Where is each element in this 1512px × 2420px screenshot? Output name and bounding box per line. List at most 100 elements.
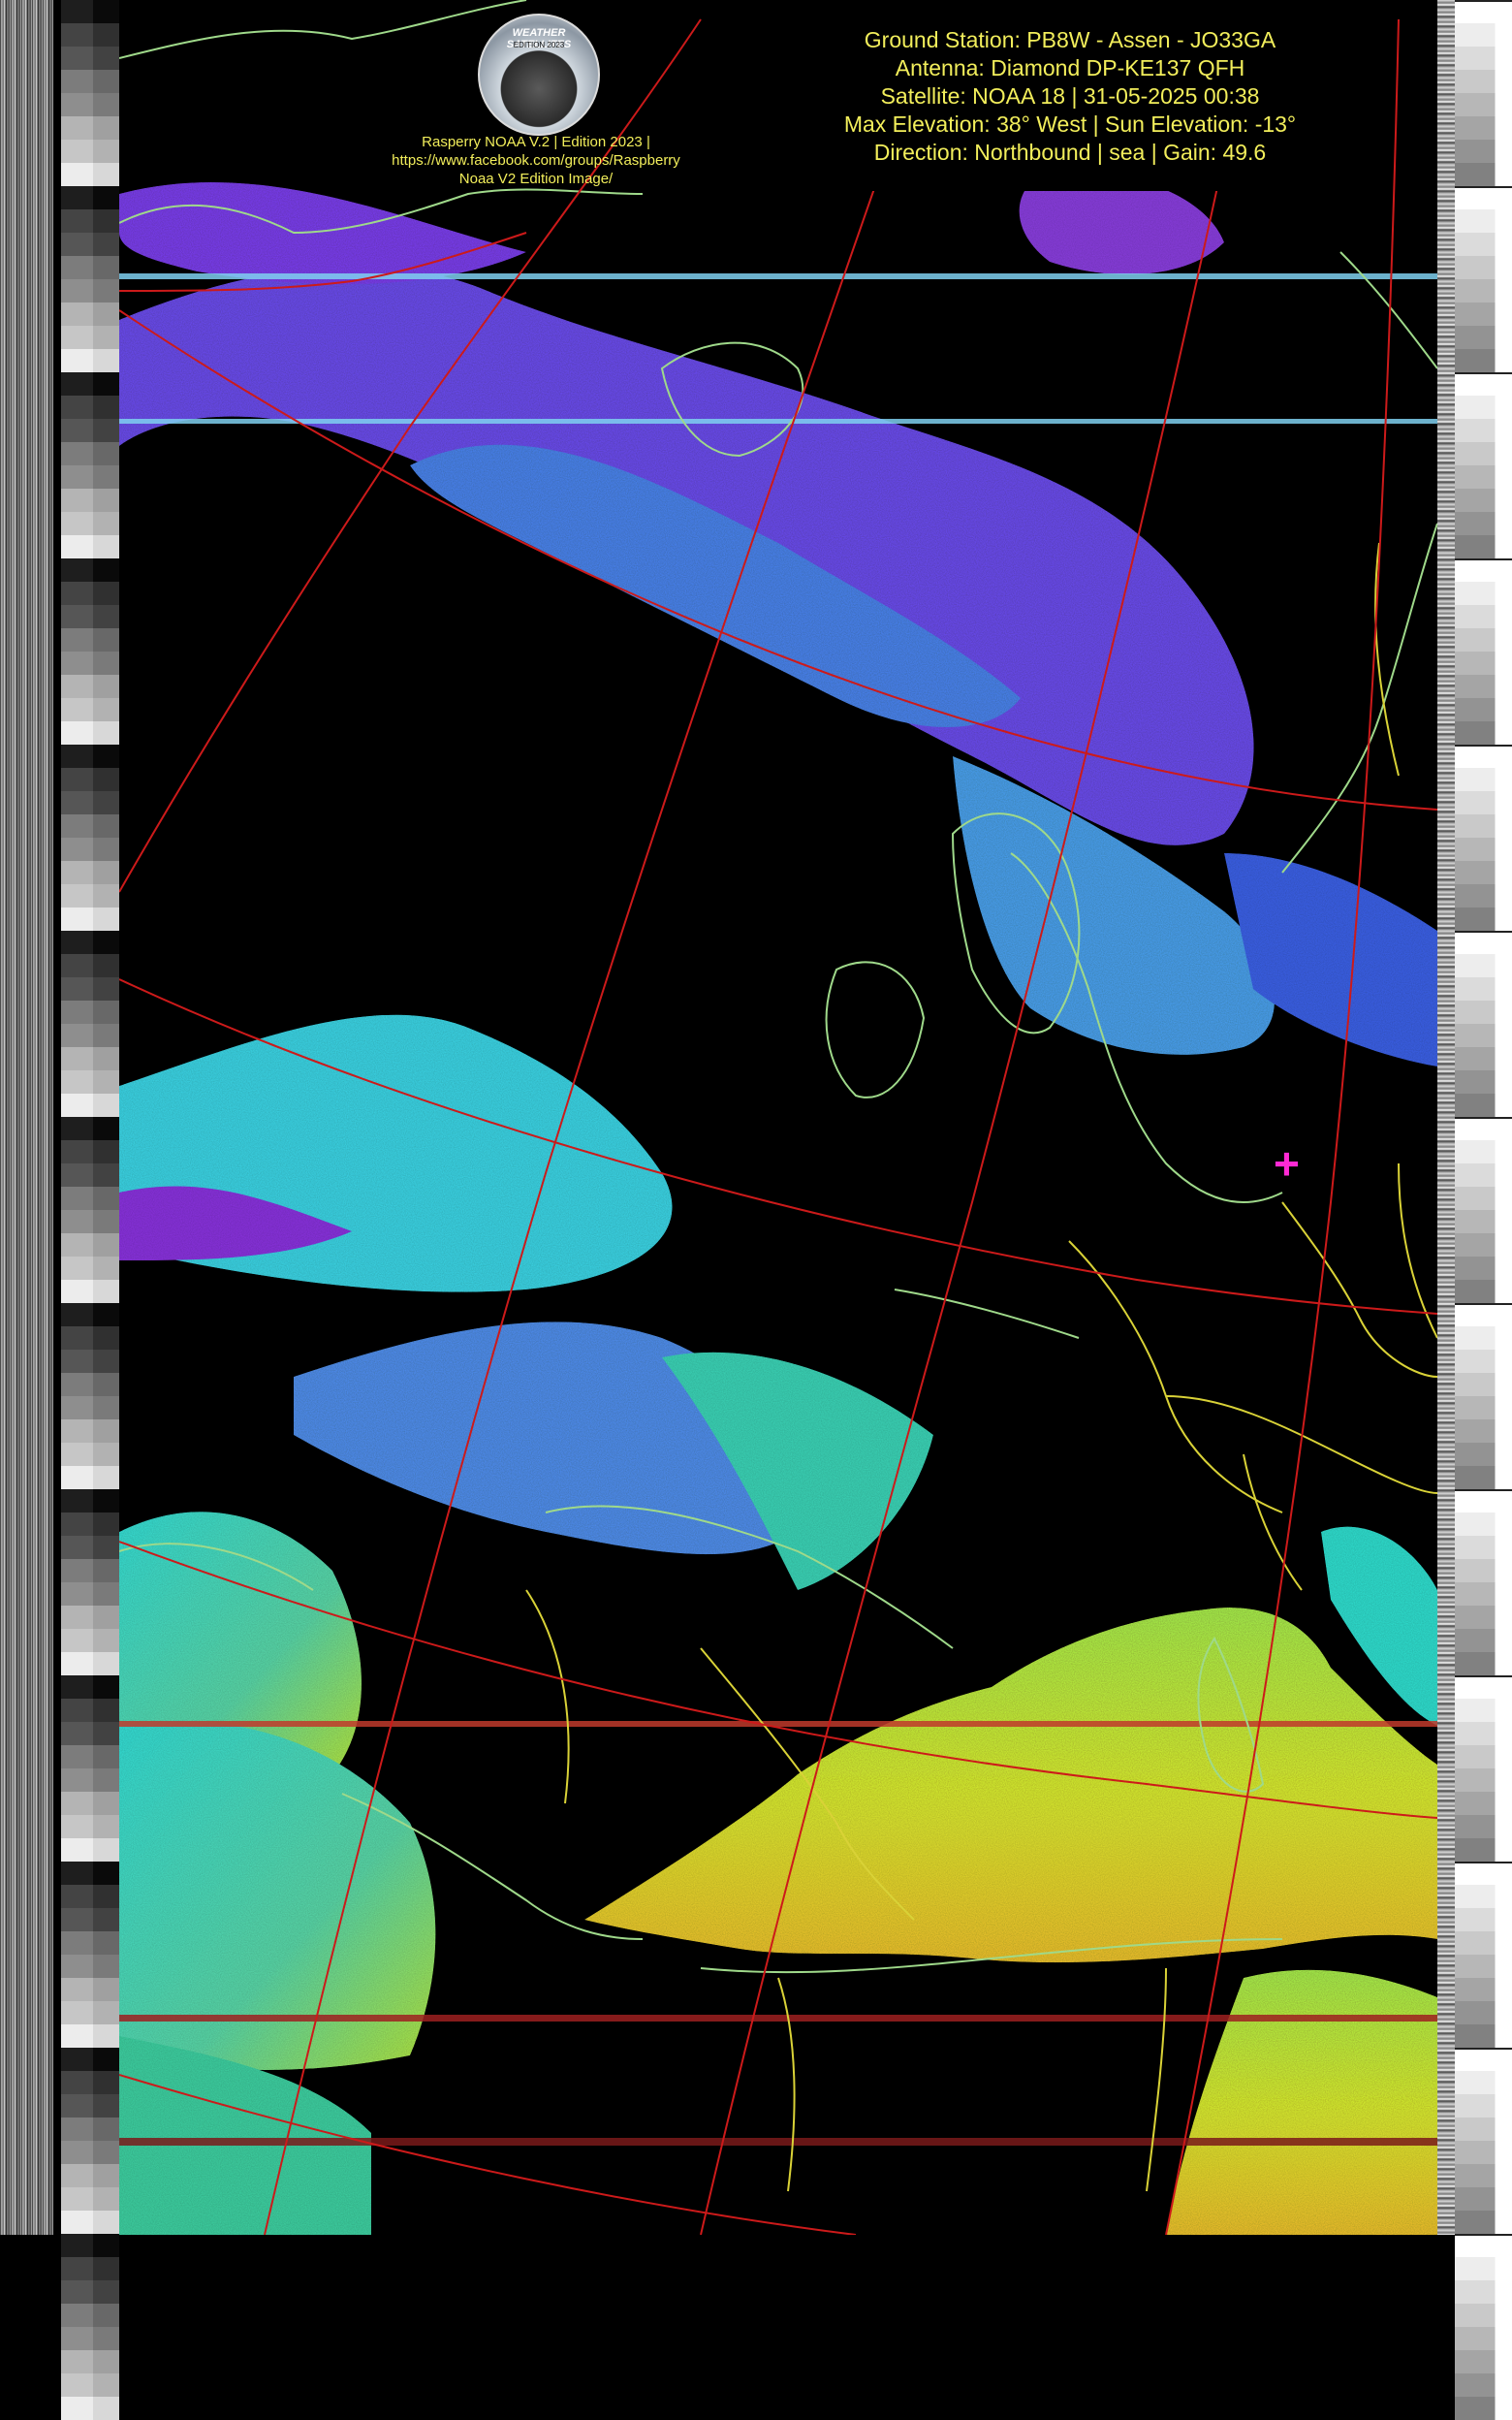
telemetry-wedge (1455, 2327, 1512, 2350)
telemetry-wedge (1455, 465, 1512, 489)
telemetry-wedge (1455, 372, 1512, 398)
telemetry-wedge (53, 2094, 119, 2118)
telemetry-wedge (53, 2373, 119, 2397)
telemetry-wedge (53, 1373, 119, 1396)
telemetry-wedge (1455, 1280, 1512, 1303)
telemetry-wedge (53, 1675, 119, 1699)
telemetry-wedge (53, 838, 119, 861)
telemetry-wedge (53, 1466, 119, 1489)
telemetry-wedge (1455, 0, 1512, 25)
telemetry-wedge (1455, 1838, 1512, 1862)
telemetry-wedge (1455, 791, 1512, 814)
telemetry-wedge (1455, 675, 1512, 698)
telemetry-wedge (1455, 1257, 1512, 1280)
telemetry-wedge (1455, 1629, 1512, 1652)
telemetry-wedge (1455, 814, 1512, 838)
telemetry-wedge (1455, 884, 1512, 908)
telemetry-wedge (53, 977, 119, 1001)
telemetry-wedge (53, 1280, 119, 1303)
telemetry-wedge (53, 1210, 119, 1233)
telemetry-wedge (1455, 279, 1512, 302)
telemetry-wedge (53, 349, 119, 372)
telemetry-wedge (1455, 931, 1512, 956)
telemetry-wedge (53, 1419, 119, 1443)
telemetry-wedge (1455, 1722, 1512, 1745)
logo-subtitle: EDITION 2023 (513, 41, 565, 49)
telemetry-wedge (1455, 1885, 1512, 1908)
telemetry-wedge (53, 1931, 119, 1955)
telemetry-wedge (53, 2257, 119, 2280)
telemetry-wedge (1455, 1466, 1512, 1489)
telemetry-wedge (53, 1955, 119, 1978)
telemetry-wedge (53, 2350, 119, 2373)
telemetry-wedge (1455, 1582, 1512, 1606)
telemetry-wedge (1455, 349, 1512, 372)
telemetry-wedge (1455, 1978, 1512, 2001)
telemetry-wedge (1455, 2211, 1512, 2234)
telemetry-wedge (53, 861, 119, 884)
telemetry-wedge (1455, 1117, 1512, 1142)
telemetry-wedge (1455, 1443, 1512, 1466)
telemetry-wedge (1455, 1187, 1512, 1210)
telemetry-wedge (53, 1257, 119, 1280)
telemetry-wedge (1455, 2257, 1512, 2280)
telemetry-wedge (53, 116, 119, 140)
telemetry-wedge (1455, 1675, 1512, 1701)
telemetry-wedge (1455, 1815, 1512, 1838)
telemetry-wedge (1455, 2094, 1512, 2118)
telemetry-wedge (53, 372, 119, 396)
telemetry-wedge (53, 2397, 119, 2420)
telemetry-wedge (1455, 70, 1512, 93)
telemetry-wedge (1455, 209, 1512, 233)
telemetry-wedge (1455, 2304, 1512, 2327)
telemetry-wedge (1455, 1862, 1512, 1887)
telemetry-wedge (1455, 1001, 1512, 1024)
telemetry-wedge (1455, 1094, 1512, 1117)
station-crosshair-icon: + (1274, 1138, 1300, 1189)
telemetry-wedge (1455, 116, 1512, 140)
telemetry-wedge (53, 2141, 119, 2164)
telemetry-wedge (1455, 1489, 1512, 1514)
telemetry-wedges-right (1455, 0, 1512, 2420)
telemetry-wedge (53, 931, 119, 954)
telemetry-wedge (53, 140, 119, 163)
telemetry-wedge (53, 209, 119, 233)
telemetry-wedge (1455, 163, 1512, 186)
telemetry-wedge (53, 1047, 119, 1070)
telemetry-wedge (53, 1489, 119, 1512)
telemetry-wedge (1455, 1652, 1512, 1675)
telemetry-wedge (1455, 768, 1512, 791)
telemetry-wedge (53, 489, 119, 512)
telemetry-wedge (53, 23, 119, 47)
telemetry-wedge (53, 628, 119, 652)
telemetry-wedge (1455, 1350, 1512, 1373)
telemetry-wedge (53, 233, 119, 256)
telemetry-wedge (1455, 977, 1512, 1001)
telemetry-wedge (53, 1512, 119, 1536)
telemetry-wedge (53, 1815, 119, 1838)
telemetry-wedge (1455, 1303, 1512, 1328)
telemetry-wedge (1455, 186, 1512, 211)
telemetry-wedge (53, 1792, 119, 1815)
telemetry-wedge (53, 908, 119, 931)
telemetry-wedge (53, 1838, 119, 1862)
telemetry-wedge (1455, 1373, 1512, 1396)
telemetry-wedge (53, 1559, 119, 1582)
antenna-text: Antenna: Diamond DP-KE137 QFH (895, 55, 1245, 80)
weather-satellites-logo: WEATHER SATELLITES EDITION 2023 (478, 14, 600, 136)
telemetry-wedge (1455, 2373, 1512, 2397)
telemetry-wedge (1455, 1140, 1512, 1163)
telemetry-wedge (53, 2048, 119, 2071)
telemetry-wedge (1455, 302, 1512, 326)
telemetry-wedge (1455, 23, 1512, 47)
telemetry-wedge (53, 465, 119, 489)
telemetry-wedge (1455, 2164, 1512, 2187)
telemetry-wedge (53, 1233, 119, 1257)
credit-line-1: Rasperry NOAA V.2 | Edition 2023 | (422, 134, 650, 150)
telemetry-wedge (1455, 489, 1512, 512)
telemetry-wedge (1455, 698, 1512, 721)
telemetry-wedge (1455, 2141, 1512, 2164)
telemetry-wedge (1455, 582, 1512, 605)
telemetry-wedge (53, 1862, 119, 1885)
telemetry-wedge (1455, 1931, 1512, 1955)
